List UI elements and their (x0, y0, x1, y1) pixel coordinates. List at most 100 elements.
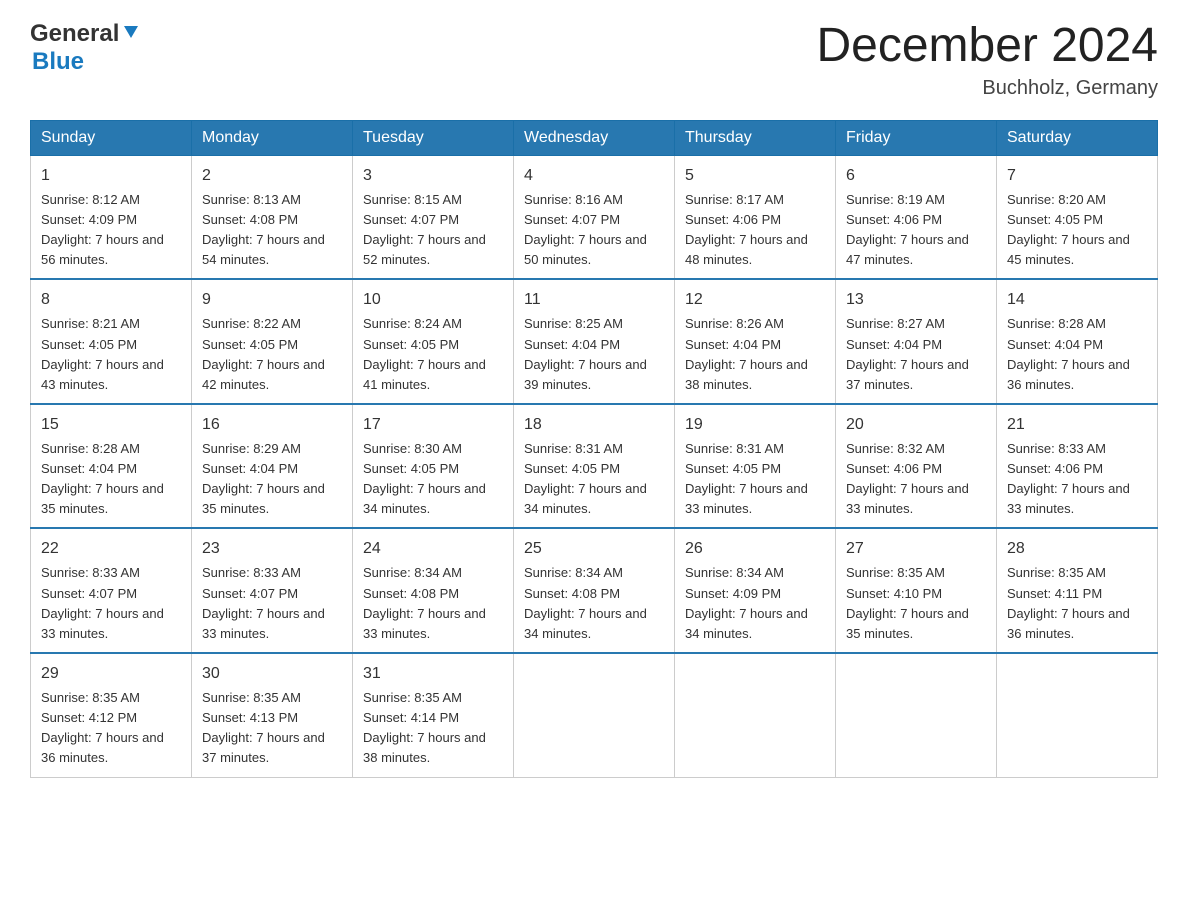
day-info: Sunrise: 8:17 AMSunset: 4:06 PMDaylight:… (685, 190, 825, 271)
calendar-cell: 12Sunrise: 8:26 AMSunset: 4:04 PMDayligh… (675, 279, 836, 404)
page-header: General Blue December 2024 Buchholz, Ger… (30, 20, 1158, 100)
calendar-cell: 3Sunrise: 8:15 AMSunset: 4:07 PMDaylight… (353, 155, 514, 279)
calendar-week-3: 15Sunrise: 8:28 AMSunset: 4:04 PMDayligh… (31, 404, 1158, 529)
day-info: Sunrise: 8:30 AMSunset: 4:05 PMDaylight:… (363, 439, 503, 520)
calendar-week-5: 29Sunrise: 8:35 AMSunset: 4:12 PMDayligh… (31, 653, 1158, 777)
calendar-cell: 15Sunrise: 8:28 AMSunset: 4:04 PMDayligh… (31, 404, 192, 529)
day-info: Sunrise: 8:34 AMSunset: 4:08 PMDaylight:… (524, 563, 664, 644)
month-title: December 2024 (816, 20, 1158, 73)
calendar-cell: 13Sunrise: 8:27 AMSunset: 4:04 PMDayligh… (836, 279, 997, 404)
logo-general-text: General (30, 20, 119, 48)
calendar-cell: 17Sunrise: 8:30 AMSunset: 4:05 PMDayligh… (353, 404, 514, 529)
calendar-cell: 10Sunrise: 8:24 AMSunset: 4:05 PMDayligh… (353, 279, 514, 404)
day-number: 1 (41, 164, 181, 188)
day-number: 3 (363, 164, 503, 188)
day-info: Sunrise: 8:21 AMSunset: 4:05 PMDaylight:… (41, 314, 181, 395)
day-info: Sunrise: 8:33 AMSunset: 4:07 PMDaylight:… (41, 563, 181, 644)
day-info: Sunrise: 8:31 AMSunset: 4:05 PMDaylight:… (524, 439, 664, 520)
calendar-cell: 4Sunrise: 8:16 AMSunset: 4:07 PMDaylight… (514, 155, 675, 279)
calendar-cell: 26Sunrise: 8:34 AMSunset: 4:09 PMDayligh… (675, 528, 836, 653)
day-number: 2 (202, 164, 342, 188)
col-header-wednesday: Wednesday (514, 120, 675, 155)
day-number: 11 (524, 288, 664, 312)
day-info: Sunrise: 8:20 AMSunset: 4:05 PMDaylight:… (1007, 190, 1147, 271)
col-header-thursday: Thursday (675, 120, 836, 155)
day-info: Sunrise: 8:31 AMSunset: 4:05 PMDaylight:… (685, 439, 825, 520)
day-number: 19 (685, 413, 825, 437)
calendar-cell: 16Sunrise: 8:29 AMSunset: 4:04 PMDayligh… (192, 404, 353, 529)
day-number: 18 (524, 413, 664, 437)
calendar-cell: 28Sunrise: 8:35 AMSunset: 4:11 PMDayligh… (997, 528, 1158, 653)
calendar-week-4: 22Sunrise: 8:33 AMSunset: 4:07 PMDayligh… (31, 528, 1158, 653)
day-number: 25 (524, 537, 664, 561)
calendar-cell (514, 653, 675, 777)
calendar-cell: 27Sunrise: 8:35 AMSunset: 4:10 PMDayligh… (836, 528, 997, 653)
calendar-cell: 8Sunrise: 8:21 AMSunset: 4:05 PMDaylight… (31, 279, 192, 404)
day-info: Sunrise: 8:35 AMSunset: 4:11 PMDaylight:… (1007, 563, 1147, 644)
day-info: Sunrise: 8:34 AMSunset: 4:09 PMDaylight:… (685, 563, 825, 644)
day-number: 6 (846, 164, 986, 188)
calendar-cell: 21Sunrise: 8:33 AMSunset: 4:06 PMDayligh… (997, 404, 1158, 529)
calendar-cell (997, 653, 1158, 777)
day-number: 24 (363, 537, 503, 561)
day-number: 16 (202, 413, 342, 437)
calendar-table: SundayMondayTuesdayWednesdayThursdayFrid… (30, 120, 1158, 778)
calendar-week-1: 1Sunrise: 8:12 AMSunset: 4:09 PMDaylight… (31, 155, 1158, 279)
day-info: Sunrise: 8:19 AMSunset: 4:06 PMDaylight:… (846, 190, 986, 271)
day-info: Sunrise: 8:35 AMSunset: 4:14 PMDaylight:… (363, 688, 503, 769)
day-number: 17 (363, 413, 503, 437)
logo: General Blue (30, 20, 140, 76)
day-number: 28 (1007, 537, 1147, 561)
day-number: 13 (846, 288, 986, 312)
location-text: Buchholz, Germany (816, 77, 1158, 100)
day-info: Sunrise: 8:26 AMSunset: 4:04 PMDaylight:… (685, 314, 825, 395)
day-info: Sunrise: 8:28 AMSunset: 4:04 PMDaylight:… (1007, 314, 1147, 395)
day-number: 12 (685, 288, 825, 312)
day-info: Sunrise: 8:15 AMSunset: 4:07 PMDaylight:… (363, 190, 503, 271)
day-number: 26 (685, 537, 825, 561)
day-info: Sunrise: 8:34 AMSunset: 4:08 PMDaylight:… (363, 563, 503, 644)
logo-triangle-icon (122, 24, 140, 47)
day-number: 14 (1007, 288, 1147, 312)
day-info: Sunrise: 8:13 AMSunset: 4:08 PMDaylight:… (202, 190, 342, 271)
day-info: Sunrise: 8:22 AMSunset: 4:05 PMDaylight:… (202, 314, 342, 395)
day-number: 8 (41, 288, 181, 312)
col-header-monday: Monday (192, 120, 353, 155)
day-number: 27 (846, 537, 986, 561)
day-info: Sunrise: 8:35 AMSunset: 4:13 PMDaylight:… (202, 688, 342, 769)
day-number: 22 (41, 537, 181, 561)
day-number: 15 (41, 413, 181, 437)
calendar-cell: 18Sunrise: 8:31 AMSunset: 4:05 PMDayligh… (514, 404, 675, 529)
day-info: Sunrise: 8:16 AMSunset: 4:07 PMDaylight:… (524, 190, 664, 271)
calendar-cell (675, 653, 836, 777)
calendar-cell: 1Sunrise: 8:12 AMSunset: 4:09 PMDaylight… (31, 155, 192, 279)
title-section: December 2024 Buchholz, Germany (816, 20, 1158, 100)
day-number: 9 (202, 288, 342, 312)
day-number: 31 (363, 662, 503, 686)
day-info: Sunrise: 8:35 AMSunset: 4:12 PMDaylight:… (41, 688, 181, 769)
day-number: 30 (202, 662, 342, 686)
day-info: Sunrise: 8:24 AMSunset: 4:05 PMDaylight:… (363, 314, 503, 395)
calendar-cell: 5Sunrise: 8:17 AMSunset: 4:06 PMDaylight… (675, 155, 836, 279)
col-header-tuesday: Tuesday (353, 120, 514, 155)
calendar-cell (836, 653, 997, 777)
day-number: 7 (1007, 164, 1147, 188)
calendar-cell: 30Sunrise: 8:35 AMSunset: 4:13 PMDayligh… (192, 653, 353, 777)
calendar-cell: 29Sunrise: 8:35 AMSunset: 4:12 PMDayligh… (31, 653, 192, 777)
calendar-cell: 7Sunrise: 8:20 AMSunset: 4:05 PMDaylight… (997, 155, 1158, 279)
calendar-cell: 25Sunrise: 8:34 AMSunset: 4:08 PMDayligh… (514, 528, 675, 653)
calendar-week-2: 8Sunrise: 8:21 AMSunset: 4:05 PMDaylight… (31, 279, 1158, 404)
day-number: 5 (685, 164, 825, 188)
day-number: 20 (846, 413, 986, 437)
calendar-cell: 23Sunrise: 8:33 AMSunset: 4:07 PMDayligh… (192, 528, 353, 653)
day-info: Sunrise: 8:27 AMSunset: 4:04 PMDaylight:… (846, 314, 986, 395)
calendar-cell: 11Sunrise: 8:25 AMSunset: 4:04 PMDayligh… (514, 279, 675, 404)
day-number: 23 (202, 537, 342, 561)
day-info: Sunrise: 8:28 AMSunset: 4:04 PMDaylight:… (41, 439, 181, 520)
day-info: Sunrise: 8:32 AMSunset: 4:06 PMDaylight:… (846, 439, 986, 520)
col-header-sunday: Sunday (31, 120, 192, 155)
calendar-cell: 6Sunrise: 8:19 AMSunset: 4:06 PMDaylight… (836, 155, 997, 279)
day-info: Sunrise: 8:29 AMSunset: 4:04 PMDaylight:… (202, 439, 342, 520)
day-number: 21 (1007, 413, 1147, 437)
calendar-cell: 9Sunrise: 8:22 AMSunset: 4:05 PMDaylight… (192, 279, 353, 404)
